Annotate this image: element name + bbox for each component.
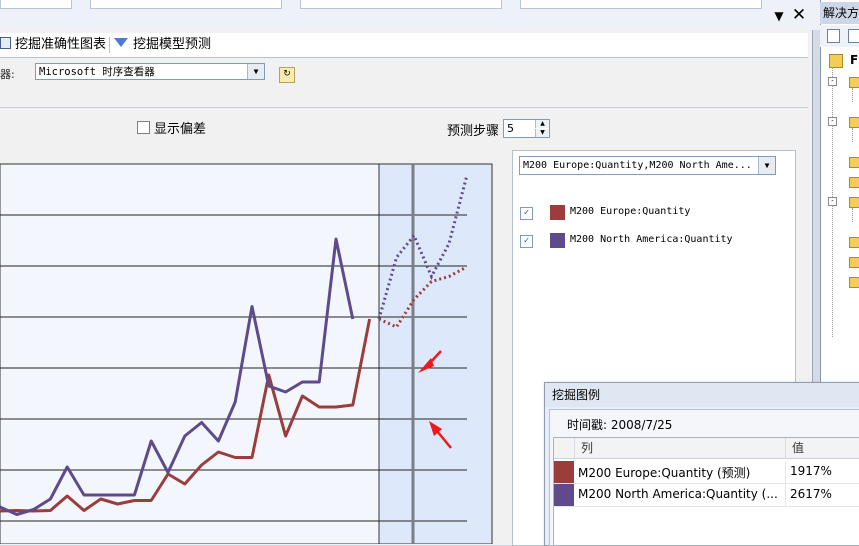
column-header-column[interactable]: 列 [574, 438, 785, 459]
prediction-steps-value: 5 [507, 122, 514, 135]
document-tab-strip [0, 0, 820, 30]
row-value: 2617% [790, 487, 832, 501]
folder-icon[interactable] [849, 277, 859, 288]
forecast-region [378, 163, 493, 544]
show-deviations-label: 显示偏差 [154, 122, 207, 137]
series-legend-label: M200 Europe:Quantity [570, 206, 691, 217]
viewer-select[interactable]: Microsoft 时序查看器 ▼ [35, 63, 265, 80]
row-color-swatch [554, 484, 574, 506]
doc-tab-stub[interactable] [520, 0, 762, 9]
doc-tab-stub[interactable] [300, 0, 502, 9]
show-deviations-checkbox[interactable] [137, 121, 150, 134]
solution-root-label: F [850, 53, 859, 67]
solution-explorer-title: 解决方 [820, 2, 859, 24]
spin-down-icon[interactable]: ▼ [535, 129, 549, 137]
show-all-files-icon[interactable] [848, 29, 859, 43]
folder-icon[interactable] [849, 117, 859, 128]
refresh-icon[interactable]: ↻ [279, 67, 295, 83]
row-value: 1917% [790, 464, 832, 478]
tab-divider [109, 37, 110, 53]
row-color-swatch [554, 461, 574, 483]
solution-explorer-toolbar [820, 25, 859, 47]
folder-icon[interactable] [849, 177, 859, 188]
series-color-swatch [550, 205, 565, 220]
series-checkbox[interactable]: ✓ [520, 207, 533, 220]
chevron-down-icon: ▼ [247, 64, 264, 79]
tree-line [852, 88, 853, 102]
row-name: M200 Europe:Quantity (预测) [578, 466, 751, 480]
dropdown-arrow-icon[interactable]: ▼ [771, 8, 787, 24]
folder-icon [829, 54, 843, 68]
folder-icon[interactable] [849, 257, 859, 268]
prediction-steps-stepper[interactable]: 5 ▲ ▼ [503, 119, 550, 138]
tree-expand-icon[interactable]: - [828, 77, 837, 86]
viewer-tab-bar: 挖掘准确性图表 挖掘模型预测 [0, 33, 808, 58]
prediction-steps-label: 预测步骤 [447, 124, 500, 139]
column-header-color [554, 438, 574, 459]
folder-icon[interactable] [849, 197, 859, 208]
cell-divider [785, 484, 786, 506]
diamond-icon [114, 38, 128, 47]
tab-prediction[interactable]: 挖掘模型预测 [114, 33, 211, 57]
tab-accuracy-chart[interactable]: 挖掘准确性图表 [0, 33, 106, 57]
chart-icon [0, 37, 11, 49]
folder-icon[interactable] [849, 157, 859, 168]
properties-icon[interactable] [827, 29, 840, 43]
viewer-select-value: Microsoft 时序查看器 [39, 66, 155, 78]
folder-icon[interactable] [849, 77, 859, 88]
row-name: M200 North America:Quantity (... [578, 487, 778, 501]
time-series-chart[interactable] [0, 150, 505, 544]
series-legend-label: M200 North America:Quantity [570, 234, 733, 245]
series-checkbox[interactable]: ✓ [520, 235, 533, 248]
timestamp-label: 时间戳: 2008/7/25 [567, 418, 673, 432]
doc-tab-stub[interactable] [0, 0, 72, 9]
tree-expand-icon[interactable]: - [828, 197, 837, 206]
table-row[interactable]: M200 North America:Quantity (... 2617% [554, 484, 859, 507]
series-color-swatch [550, 233, 565, 248]
spin-up-icon[interactable]: ▲ [535, 120, 549, 128]
folder-icon[interactable] [849, 237, 859, 248]
chevron-down-icon: ▼ [758, 157, 775, 174]
viewer-label: 查看器: [0, 68, 15, 81]
tree-line [852, 208, 853, 222]
close-icon[interactable]: ✕ [790, 5, 808, 25]
mining-legend-title[interactable]: 挖掘图例 [545, 383, 859, 407]
series-select-value: M200 Europe:Quantity,M200 North Ame... [523, 160, 752, 171]
tab-prediction-label: 挖掘模型预测 [133, 37, 212, 52]
tree-expand-icon[interactable]: - [828, 117, 837, 126]
tree-line [852, 128, 853, 142]
doc-tab-stub[interactable] [90, 0, 282, 9]
series-select[interactable]: M200 Europe:Quantity,M200 North Ame... ▼ [519, 156, 776, 175]
cell-divider [785, 461, 786, 483]
column-header-value[interactable]: 值 [785, 438, 859, 459]
tab-accuracy-label: 挖掘准确性图表 [15, 37, 107, 52]
table-row[interactable]: M200 Europe:Quantity (预测) 1917% [554, 461, 859, 484]
